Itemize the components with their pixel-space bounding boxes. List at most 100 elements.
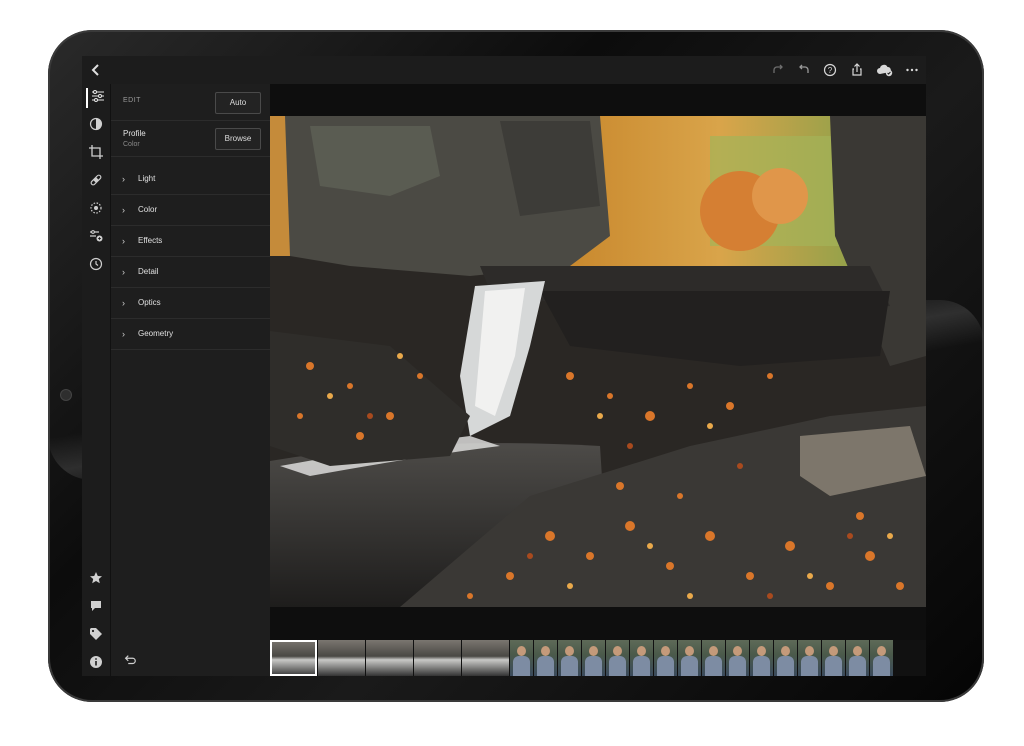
chevron-right-icon: › [122, 267, 125, 277]
portrait-face [853, 646, 862, 656]
chevron-left-icon[interactable] [88, 62, 104, 78]
portrait-face [661, 646, 670, 656]
edit-panel: EDIT Auto Profile Color Browse › Light ›… [110, 84, 271, 676]
portrait-face [877, 646, 886, 656]
section-color[interactable]: › Color [111, 195, 271, 226]
section-optics[interactable]: › Optics [111, 288, 271, 319]
svg-text:?: ? [828, 66, 833, 75]
portrait-body [657, 656, 674, 676]
portrait-body [777, 656, 794, 676]
filmstrip-thumb-portrait[interactable] [510, 640, 533, 676]
filmstrip-thumb-portrait[interactable] [630, 640, 653, 676]
section-label: Light [138, 174, 156, 183]
portrait-body [849, 656, 866, 676]
versions-icon[interactable] [86, 256, 106, 276]
info-icon[interactable] [86, 654, 106, 674]
portrait-face [541, 646, 550, 656]
portrait-face [685, 646, 694, 656]
filmstrip-thumb-waterfall[interactable] [414, 640, 461, 676]
section-effects[interactable]: › Effects [111, 226, 271, 257]
share-icon[interactable] [849, 62, 865, 78]
browse-button[interactable]: Browse [215, 128, 261, 150]
portrait-face [517, 646, 526, 656]
portrait-face [781, 646, 790, 656]
crop-icon[interactable] [86, 144, 106, 164]
filmstrip-thumb-waterfall[interactable] [270, 640, 317, 676]
profile-label: Profile [123, 129, 146, 138]
filmstrip-thumb-portrait[interactable] [726, 640, 749, 676]
filmstrip-thumb-portrait[interactable] [654, 640, 677, 676]
section-label: Effects [138, 236, 163, 245]
section-geometry[interactable]: › Geometry [111, 319, 271, 350]
chevron-right-icon: › [122, 205, 125, 215]
selective-icon[interactable] [86, 116, 106, 136]
portrait-body [585, 656, 602, 676]
more-icon[interactable] [904, 62, 920, 78]
filmstrip-thumb-waterfall[interactable] [318, 640, 365, 676]
filmstrip-thumb-portrait[interactable] [582, 640, 605, 676]
comment-icon[interactable] [86, 598, 106, 618]
geometry-icon[interactable] [86, 200, 106, 220]
healing-icon[interactable] [86, 172, 106, 192]
profile-row: Profile Color Browse [111, 120, 271, 157]
portrait-body [537, 656, 554, 676]
filmstrip-thumb-portrait[interactable] [750, 640, 773, 676]
portrait-body [609, 656, 626, 676]
portrait-body [753, 656, 770, 676]
portrait-face [565, 646, 574, 656]
reset-undo-icon[interactable] [123, 653, 137, 670]
portrait-body [513, 656, 530, 676]
section-label: Geometry [138, 329, 174, 338]
edit-header: EDIT Auto [111, 84, 271, 121]
profile-value: Color [123, 141, 140, 148]
main-photo[interactable] [270, 116, 926, 607]
filmstrip-thumb-waterfall[interactable] [462, 640, 509, 676]
auto-button[interactable]: Auto [215, 92, 261, 114]
edit-title: EDIT [123, 97, 141, 104]
filmstrip-thumb-portrait[interactable] [822, 640, 845, 676]
edit-sliders-icon[interactable] [86, 88, 108, 108]
section-detail[interactable]: › Detail [111, 257, 271, 288]
section-label: Optics [138, 298, 161, 307]
presets-icon[interactable] [86, 228, 106, 248]
filmstrip-thumb-waterfall[interactable] [366, 640, 413, 676]
tag-icon[interactable] [86, 626, 106, 646]
portrait-face [757, 646, 766, 656]
filmstrip-thumb-portrait[interactable] [606, 640, 629, 676]
section-label: Detail [138, 267, 159, 276]
filmstrip-thumb-portrait[interactable] [534, 640, 557, 676]
top-bar: ? [82, 56, 926, 84]
portrait-face [589, 646, 598, 656]
photo-area [270, 84, 926, 676]
portrait-face [805, 646, 814, 656]
portrait-body [873, 656, 890, 676]
filmstrip-thumb-portrait[interactable] [678, 640, 701, 676]
section-light[interactable]: › Light [111, 164, 271, 195]
portrait-face [709, 646, 718, 656]
help-icon[interactable]: ? [822, 62, 838, 78]
filmstrip-thumb-portrait[interactable] [558, 640, 581, 676]
portrait-body [633, 656, 650, 676]
portrait-body [561, 656, 578, 676]
filmstrip [270, 640, 926, 676]
filmstrip-thumb-portrait[interactable] [846, 640, 869, 676]
tool-strip [82, 84, 110, 676]
chevron-right-icon: › [122, 236, 125, 246]
redo-icon[interactable] [770, 62, 786, 78]
filmstrip-thumb-portrait[interactable] [870, 640, 893, 676]
chevron-right-icon: › [122, 174, 125, 184]
chevron-right-icon: › [122, 329, 125, 339]
portrait-body [801, 656, 818, 676]
undo-icon[interactable] [796, 62, 812, 78]
portrait-face [733, 646, 742, 656]
chevron-right-icon: › [122, 298, 125, 308]
filmstrip-thumb-portrait[interactable] [702, 640, 725, 676]
star-icon[interactable] [86, 570, 106, 590]
filmstrip-thumb-portrait[interactable] [774, 640, 797, 676]
cloud-sync-icon[interactable] [875, 62, 895, 78]
filmstrip-thumb-portrait[interactable] [798, 640, 821, 676]
lightroom-screen: ? EDIT Auto Profile Color Browse › Light… [82, 56, 926, 676]
portrait-body [681, 656, 698, 676]
portrait-body [729, 656, 746, 676]
front-camera [61, 390, 71, 400]
